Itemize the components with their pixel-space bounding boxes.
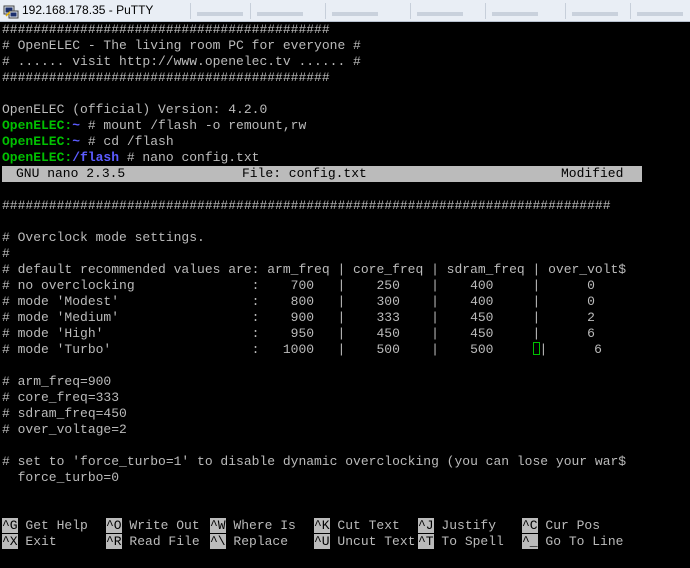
nano-header-bar: GNU nano 2.3.5 File: config.txt Modified — [2, 166, 642, 182]
editor-line[interactable]: # default recommended values are: arm_fr… — [2, 262, 626, 278]
editor-line-text: # mode 'Turbo' : 1000 | 500 | 500 — [2, 342, 533, 357]
terminal-line: OpenELEC (official) Version: 4.2.0 — [2, 102, 268, 117]
text-cursor — [532, 342, 540, 355]
terminal-line: ########################################… — [2, 22, 330, 37]
background-tab — [190, 3, 243, 19]
shortcut-exit[interactable]: ^X Exit — [2, 534, 57, 550]
prompt-path: /flash — [72, 150, 120, 165]
shell-prompt-line: OpenELEC:~ # cd /flash — [2, 134, 174, 150]
editor-line[interactable]: # over_voltage=2 — [2, 422, 127, 438]
shortcut-to-spell[interactable]: ^T To Spell — [418, 534, 504, 550]
editor-line[interactable]: # set to 'force_turbo=1' to disable dyna… — [2, 454, 626, 470]
editor-line[interactable]: force_turbo=0 — [2, 470, 119, 486]
putty-icon[interactable] — [3, 3, 19, 19]
window-title: 192.168.178.35 - PuTTY — [22, 3, 154, 17]
shortcut-key: ^X — [2, 534, 18, 549]
shortcut-label: Justify — [433, 518, 497, 533]
shortcut-read-file[interactable]: ^R Read File — [106, 534, 200, 550]
terminal-screen[interactable]: ########################################… — [0, 22, 690, 568]
shortcut-label: Cut Text — [329, 518, 400, 533]
prompt-command: # mount /flash -o remount,rw — [80, 118, 307, 133]
shortcut-write-out[interactable]: ^O Write Out — [106, 518, 200, 534]
shortcut-key: ^R — [106, 534, 122, 549]
background-tab — [250, 3, 303, 19]
background-tab — [485, 3, 538, 19]
shortcut-go-to-line[interactable]: ^_ Go To Line — [522, 534, 623, 550]
prompt-host: OpenELEC: — [2, 150, 73, 165]
shortcut-label: To Spell — [433, 534, 504, 549]
window-titlebar[interactable]: 192.168.178.35 - PuTTY — [0, 0, 690, 22]
shortcut-cur-pos[interactable]: ^C Cur Pos — [522, 518, 600, 534]
shortcut-key: ^\ — [210, 534, 226, 549]
editor-line[interactable]: # mode 'Turbo' : 1000 | 500 | 500 | 6 — [2, 342, 602, 358]
editor-line[interactable]: # Overclock mode settings. — [2, 230, 205, 246]
terminal-line: # ...... visit http://www.openelec.tv ..… — [2, 54, 361, 69]
editor-line[interactable]: # mode 'High' : 950 | 450 | 450 | 6 — [2, 326, 595, 342]
editor-line[interactable]: # mode 'Modest' : 800 | 300 | 400 | 0 — [2, 294, 595, 310]
shortcut-key: ^O — [106, 518, 122, 533]
editor-line[interactable]: # — [2, 246, 10, 262]
background-tab — [410, 3, 463, 19]
shortcut-key: ^J — [418, 518, 434, 533]
shortcut-label: Write Out — [121, 518, 200, 533]
shortcut-key: ^U — [314, 534, 330, 549]
shortcut-label: Uncut Text — [329, 534, 416, 549]
prompt-command: # nano config.txt — [119, 150, 260, 165]
shortcut-label: Go To Line — [537, 534, 624, 549]
background-tab — [565, 3, 618, 19]
shortcut-label: Cur Pos — [537, 518, 601, 533]
shortcut-label: Read File — [121, 534, 200, 549]
nano-status: Modified — [561, 166, 624, 181]
editor-line[interactable]: # no overclocking : 700 | 250 | 400 | 0 — [2, 278, 595, 294]
shell-prompt-line: OpenELEC:~ # mount /flash -o remount,rw — [2, 118, 306, 134]
shortcut-label: Replace — [225, 534, 289, 549]
editor-line[interactable]: ########################################… — [2, 198, 611, 214]
shortcut-label: Exit — [17, 534, 57, 549]
shortcut-key: ^K — [314, 518, 330, 533]
shortcut-cut-text[interactable]: ^K Cut Text — [314, 518, 400, 534]
prompt-host: OpenELEC: — [2, 118, 73, 133]
shell-prompt-line: OpenELEC:/flash # nano config.txt — [2, 150, 259, 166]
prompt-path: ~ — [72, 118, 81, 133]
terminal-line: ########################################… — [2, 70, 330, 85]
shortcut-get-help[interactable]: ^G Get Help — [2, 518, 88, 534]
prompt-path: ~ — [72, 134, 81, 149]
terminal-line: # OpenELEC - The living room PC for ever… — [2, 38, 361, 53]
prompt-command: # cd /flash — [80, 134, 174, 149]
shortcut-key: ^C — [522, 518, 538, 533]
background-tab — [630, 3, 683, 19]
nano-version: GNU nano 2.3.5 — [16, 166, 126, 181]
editor-line[interactable]: # arm_freq=900 — [2, 374, 111, 390]
nano-filename: File: config.txt — [242, 166, 367, 181]
prompt-host: OpenELEC: — [2, 134, 73, 149]
shortcut-justify[interactable]: ^J Justify — [418, 518, 496, 534]
shortcut-key: ^T — [418, 534, 434, 549]
shortcut-replace[interactable]: ^\ Replace — [210, 534, 288, 550]
shortcut-key: ^W — [210, 518, 226, 533]
shortcut-key: ^_ — [522, 534, 538, 549]
editor-line[interactable]: # core_freq=333 — [2, 390, 119, 406]
shortcut-where-is[interactable]: ^W Where Is — [210, 518, 296, 534]
shortcut-uncut-text[interactable]: ^U Uncut Text — [314, 534, 415, 550]
editor-line[interactable]: # mode 'Medium' : 900 | 333 | 450 | 2 — [2, 310, 595, 326]
shortcut-key: ^G — [2, 518, 18, 533]
shortcut-label: Where Is — [225, 518, 296, 533]
shortcut-label: Get Help — [17, 518, 88, 533]
background-tab — [325, 3, 378, 19]
editor-line[interactable]: # sdram_freq=450 — [2, 406, 127, 422]
editor-line-text: | 6 — [539, 342, 602, 357]
